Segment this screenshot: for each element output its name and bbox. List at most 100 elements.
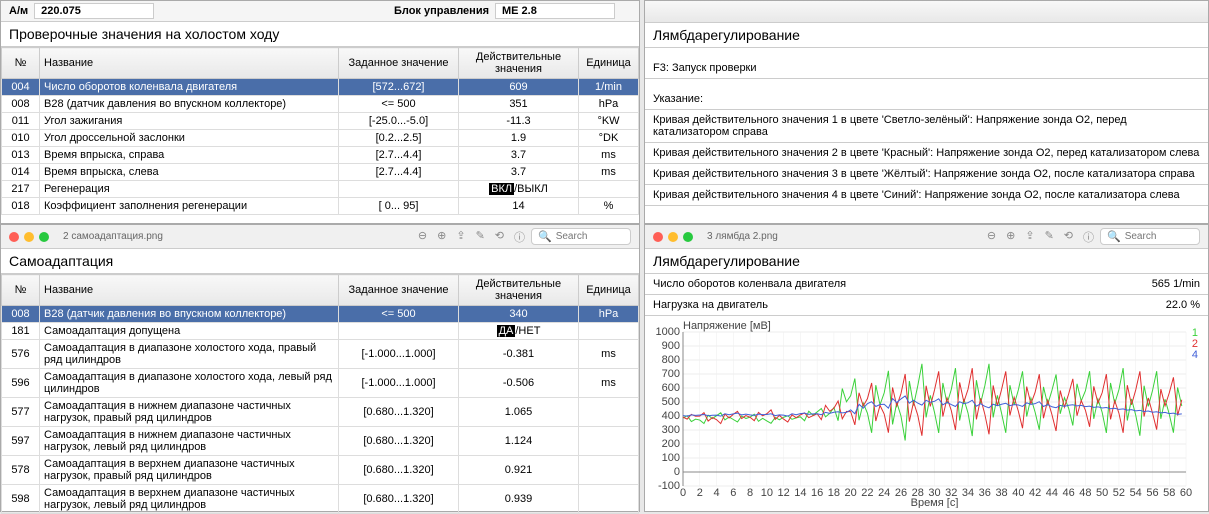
svg-text:42: 42 [1029,487,1041,499]
selfadaptation-table: № Название Заданное значение Действитель… [1,274,639,514]
cell-set: [0.680...1.320] [339,427,459,456]
cell-actual: 340 [459,306,579,323]
cell-name: Самоадаптация в нижнем диапазоне частичн… [40,427,339,456]
rotate-icon[interactable]: ⟲ [1064,229,1073,245]
share-icon[interactable]: ⇪ [456,229,465,245]
mac-toolbar-right: 3 лямбда 2.png ⊖ ⊕ ⇪ ✎ ⟲ ⓘ 🔍 [645,225,1208,249]
minimize-icon[interactable] [24,232,34,242]
table-row[interactable]: 008B28 (датчик давления во впускном колл… [2,306,639,323]
close-icon[interactable] [9,232,19,242]
col-no[interactable]: № [2,275,40,306]
search-input[interactable] [1125,231,1195,242]
table-row[interactable]: 598Самоадаптация в верхнем диапазоне час… [2,485,639,514]
table-row[interactable]: 578Самоадаптация в верхнем диапазоне час… [2,456,639,485]
cell-actual: 0.921 [459,456,579,485]
rpm-row: Число оборотов коленвала двигателя 565 1… [645,274,1208,295]
close-icon[interactable] [653,232,663,242]
cell-set: <= 500 [339,306,459,323]
svg-text:Время [с]: Время [с] [911,497,959,508]
cell-actual: 351 [459,96,579,113]
table-row[interactable]: 577Самоадаптация в нижнем диапазоне част… [2,398,639,427]
col-unit[interactable]: Единица [579,48,639,79]
cell-actual: ВКЛ/ВЫКЛ [459,181,579,198]
cell-no: 217 [2,181,40,198]
zoom-in-icon[interactable]: ⊕ [437,229,446,245]
info-icon[interactable]: ⓘ [1083,229,1094,245]
f3-hint[interactable]: F3: Запуск проверки [645,58,1208,79]
cell-unit: % [579,198,639,215]
table-row[interactable]: 018Коэффициент заполнения регенерации[ 0… [2,198,639,215]
cell-name: Число оборотов коленвала двигателя [40,79,339,96]
cell-actual: -0.506 [459,369,579,398]
svg-text:10: 10 [761,487,773,499]
table-row[interactable]: 008B28 (датчик давления во впускном колл… [2,96,639,113]
maximize-icon[interactable] [39,232,49,242]
cell-unit: ms [579,369,639,398]
col-set[interactable]: Заданное значение [339,48,459,79]
mac-toolbar-left: 2 самоадаптация.png ⊖ ⊕ ⇪ ✎ ⟲ ⓘ 🔍 [1,225,639,249]
cell-unit [579,181,639,198]
cell-name: B28 (датчик давления во впускном коллект… [40,96,339,113]
cell-set: [0.680...1.320] [339,398,459,427]
svg-text:16: 16 [811,487,823,499]
rotate-icon[interactable]: ⟲ [495,229,504,245]
svg-text:400: 400 [662,410,680,422]
table-row[interactable]: 010Угол дроссельной заслонки[0.2...2.5]1… [2,130,639,147]
cell-no: 011 [2,113,40,130]
cell-unit: °KW [579,113,639,130]
table-row[interactable]: 181Самоадаптация допущенаДА/НЕТ [2,323,639,340]
table-row[interactable]: 004Число оборотов коленвала двигателя[57… [2,79,639,96]
table-row[interactable]: 013Время впрыска, справа[2.7...4.4]3.7ms [2,147,639,164]
ecu-label: Блок управления [394,5,489,17]
edit-icon[interactable]: ✎ [1045,229,1054,245]
table-row[interactable]: 014Время впрыска, слева[2.7...4.4]3.7ms [2,164,639,181]
lambda-chart-title: Лямбдарегулирование [645,249,1208,274]
cell-unit [579,427,639,456]
table-row[interactable]: 576Самоадаптация в диапазоне холостого х… [2,340,639,369]
hint-line: Кривая действительного значения 3 в цвет… [645,164,1208,185]
table-row[interactable]: 217РегенерацияВКЛ/ВЫКЛ [2,181,639,198]
search-box[interactable]: 🔍 [1100,228,1200,245]
cell-no: 010 [2,130,40,147]
minimize-icon[interactable] [668,232,678,242]
idle-values-table: № Название Заданное значение Действитель… [1,47,639,215]
hint-line: Кривая действительного значения 4 в цвет… [645,185,1208,206]
zoom-out-icon[interactable]: ⊖ [987,229,996,245]
cell-actual: ДА/НЕТ [459,323,579,340]
maximize-icon[interactable] [683,232,693,242]
cell-set: [2.7...4.4] [339,164,459,181]
svg-text:8: 8 [747,487,753,499]
table-row[interactable]: 597Самоадаптация в нижнем диапазоне част… [2,427,639,456]
info-icon[interactable]: ⓘ [514,229,525,245]
window-controls[interactable] [9,232,49,242]
col-act[interactable]: Действительные значения [459,48,579,79]
cell-actual: 0.939 [459,485,579,514]
window-controls[interactable] [653,232,693,242]
lambda-title: Лямбдарегулирование [645,23,1208,48]
search-box[interactable]: 🔍 [531,228,631,245]
share-icon[interactable]: ⇪ [1025,229,1034,245]
idle-values-panel: А/м 220.075 Блок управления ME 2.8 Прове… [0,0,640,224]
search-input[interactable] [556,231,626,242]
col-name[interactable]: Название [40,275,339,306]
col-set[interactable]: Заданное значение [339,275,459,306]
svg-text:200: 200 [662,438,680,450]
rpm-label: Число оборотов коленвала двигателя [653,278,846,290]
cell-no: 597 [2,427,40,456]
cell-set: [ 0... 95] [339,198,459,215]
col-act[interactable]: Действительные значения [459,275,579,306]
cell-name: Самоадаптация допущена [40,323,339,340]
table-row[interactable]: 011Угол зажигания[-25.0...-5.0]-11.3°KW [2,113,639,130]
col-unit[interactable]: Единица [579,275,639,306]
edit-icon[interactable]: ✎ [476,229,485,245]
cell-name: Время впрыска, слева [40,164,339,181]
filename-label: 3 лямбда 2.png [707,231,981,242]
cell-unit: ms [579,340,639,369]
table-row[interactable]: 596Самоадаптация в диапазоне холостого х… [2,369,639,398]
col-no[interactable]: № [2,48,40,79]
load-value: 22.0 % [1166,299,1200,311]
zoom-in-icon[interactable]: ⊕ [1006,229,1015,245]
col-name[interactable]: Название [40,48,339,79]
cell-no: 596 [2,369,40,398]
zoom-out-icon[interactable]: ⊖ [418,229,427,245]
